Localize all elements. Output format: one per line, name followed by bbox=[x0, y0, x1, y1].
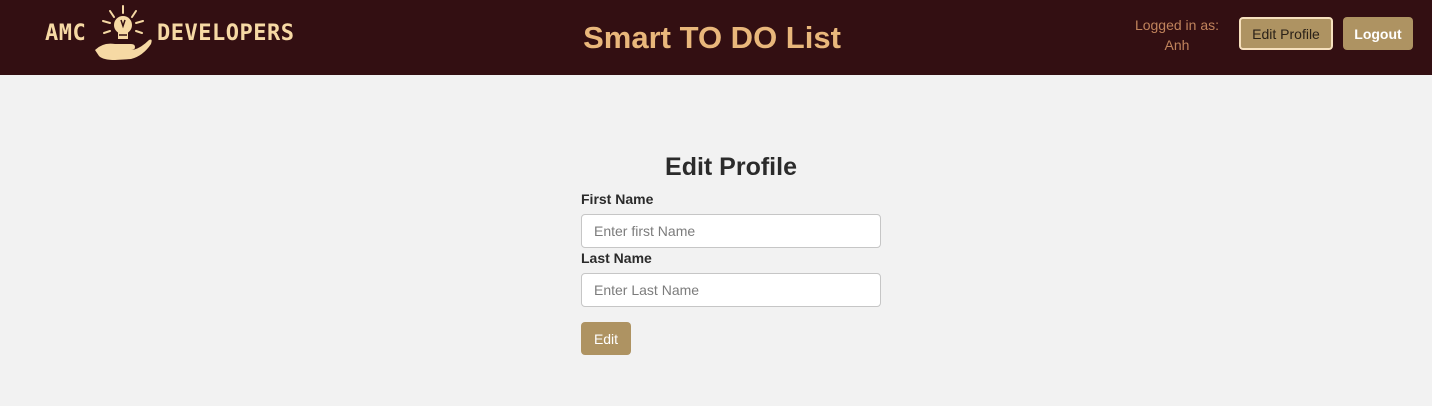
page-title: Edit Profile bbox=[665, 153, 797, 181]
last-name-label: Last Name bbox=[581, 250, 652, 266]
edit-profile-button[interactable]: Edit Profile bbox=[1239, 17, 1333, 50]
first-name-label: First Name bbox=[581, 191, 654, 207]
edit-submit-button[interactable]: Edit bbox=[581, 322, 631, 355]
logged-in-status: Logged in as: Anh bbox=[1128, 15, 1226, 55]
username: Anh bbox=[1164, 37, 1190, 53]
last-name-input[interactable] bbox=[581, 273, 881, 307]
logout-button[interactable]: Logout bbox=[1343, 17, 1413, 50]
first-name-input[interactable] bbox=[581, 214, 881, 248]
navbar: AMC DEVELOPERS Smart TO DO List Logged i… bbox=[0, 0, 1432, 75]
logged-in-label: Logged in as: bbox=[1134, 17, 1220, 33]
